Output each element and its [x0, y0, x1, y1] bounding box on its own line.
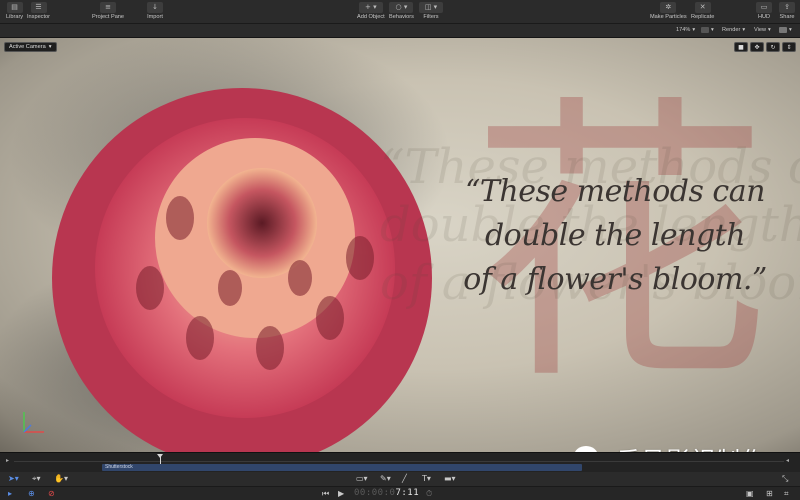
- add-object-icon: + ▾: [358, 2, 383, 13]
- share-label: Share: [779, 14, 795, 20]
- mask-tool-icon[interactable]: ▬▾: [444, 474, 456, 484]
- text-tool-icon[interactable]: T▾: [422, 474, 431, 484]
- render-menu[interactable]: Render ▾: [722, 27, 745, 33]
- camera-icon[interactable]: ■: [734, 42, 748, 52]
- share-button[interactable]: ⇪ Share: [779, 2, 795, 21]
- watermark-text: 乐呈影视制作: [616, 441, 766, 453]
- inspector-icon: ☰: [30, 2, 47, 13]
- chevron-down-icon: ▾: [742, 27, 746, 33]
- render-label: Render: [722, 27, 741, 33]
- quote-text[interactable]: “These methods can double the length of …: [450, 170, 780, 302]
- view-menu[interactable]: View ▾: [754, 27, 771, 33]
- replicate-icon: ✕: [694, 2, 711, 13]
- add-object-button[interactable]: + ▾ Add Object: [357, 2, 385, 21]
- play-range-end-icon[interactable]: ◂: [786, 457, 789, 464]
- view-label: View: [754, 27, 767, 33]
- pan-icon[interactable]: ✥: [750, 42, 764, 52]
- project-pane-icon: ≡: [100, 2, 117, 13]
- quote-line: double the length: [484, 218, 746, 253]
- replicate-label: Replicate: [691, 14, 715, 20]
- library-button[interactable]: ▤ Library: [6, 2, 23, 21]
- replicate-button[interactable]: ✕ Replicate: [691, 2, 714, 21]
- zoom-menu[interactable]: 174% ▾: [676, 27, 695, 33]
- play-icon[interactable]: ▶: [338, 489, 344, 499]
- behaviors-icon: ○ ▾: [389, 2, 414, 13]
- hand-tool-icon[interactable]: ✋▾: [54, 474, 68, 484]
- hud-icon: ▭: [756, 2, 772, 13]
- share-icon: ⇪: [779, 2, 795, 13]
- add-object-label: Add Object: [357, 14, 385, 20]
- timeline-ruler[interactable]: [14, 456, 784, 462]
- import-label: Import: [147, 14, 163, 20]
- bezier-tool-icon[interactable]: ✎▾: [380, 474, 391, 484]
- make-particles-icon: ✲: [660, 2, 677, 13]
- timeline-clip[interactable]: Shutterstock: [102, 464, 582, 471]
- chevron-down-icon: ▾: [692, 27, 696, 33]
- project-pane-label: Project Pane: [92, 14, 125, 20]
- layout-menu[interactable]: ▾: [779, 27, 792, 33]
- make-particles-label: Make Particles: [650, 14, 687, 20]
- canvas-viewer[interactable]: Active Camera ▾ ■ ✥ ↻ ⇕ 花 “These methods…: [0, 38, 800, 452]
- hud-label: HUD: [757, 14, 771, 20]
- channels-menu[interactable]: ▾: [701, 27, 714, 33]
- tool-bar: ➤▾ ⌖▾ ✋▾ ▭▾ ✎▾ ╱ T▾ ▬▾ ⤡: [0, 472, 800, 486]
- timecode-display[interactable]: 00:00:07:11: [354, 488, 419, 498]
- import-button[interactable]: ↓ Import: [147, 2, 163, 21]
- wechat-logo-icon: [572, 444, 608, 452]
- import-icon: ↓: [147, 2, 163, 13]
- timecode-mode-icon[interactable]: ⏱: [426, 489, 432, 499]
- layout-icon: [779, 27, 787, 33]
- main-toolbar: ▤ Library ☰ Inspector ≡ Project Pane ↓ I…: [0, 0, 800, 24]
- chevron-down-icon: ▾: [711, 27, 714, 33]
- transport-bar: ▸ ⊕ ⊘ ⏮ ▶ 00:00:07:11 ⏱ ▣ ⊞ ⌗: [0, 486, 800, 500]
- expand-icon[interactable]: ⤡: [782, 474, 788, 484]
- zoom-level: 174%: [676, 27, 691, 33]
- watermark: 乐呈影视制作: [572, 440, 766, 452]
- filters-label: Filters: [423, 14, 439, 20]
- chevron-down-icon: ▾: [789, 27, 792, 33]
- snapping-icon[interactable]: ⊕: [28, 489, 35, 499]
- timecode-dim: 00:00:0: [354, 488, 396, 498]
- keyframe-editor-icon[interactable]: ⊞: [766, 489, 773, 499]
- select-tool-icon[interactable]: ➤▾: [8, 474, 19, 484]
- color-channels-icon: [701, 27, 709, 33]
- shape-tool-icon[interactable]: ▭▾: [356, 474, 368, 484]
- record-mode-icon[interactable]: ▸: [8, 489, 12, 499]
- adjust-tool-icon[interactable]: ⌖▾: [32, 474, 41, 484]
- filters-icon: ◫ ▾: [419, 2, 443, 13]
- library-icon: ▤: [6, 2, 23, 13]
- orbit-icon[interactable]: ↻: [766, 42, 780, 52]
- quote-line: of a flower's bloom.”: [463, 262, 767, 297]
- viewer-header: 174% ▾ ▾ Render ▾ View ▾ ▾: [0, 24, 800, 38]
- timeline-toggle-icon[interactable]: ▣: [746, 489, 754, 499]
- behaviors-label: Behaviors: [389, 14, 414, 20]
- camera-select[interactable]: Active Camera ▾: [4, 42, 57, 52]
- inspector-button[interactable]: ☰ Inspector: [27, 2, 50, 21]
- canvas-tools: ■ ✥ ↻ ⇕: [734, 42, 796, 52]
- audio-editor-icon[interactable]: ⌗: [784, 489, 789, 499]
- timecode-value: 7:11: [395, 488, 420, 498]
- make-particles-button[interactable]: ✲ Make Particles: [650, 2, 687, 21]
- inspector-label: Inspector: [27, 14, 51, 20]
- hud-button[interactable]: ▭ HUD: [756, 2, 772, 21]
- record-icon[interactable]: ⊘: [48, 489, 55, 499]
- project-pane-button[interactable]: ≡ Project Pane: [92, 2, 124, 21]
- dolly-icon[interactable]: ⇕: [782, 42, 796, 52]
- go-to-start-icon[interactable]: ⏮: [322, 489, 329, 499]
- play-range-start-icon[interactable]: ▸: [6, 457, 9, 464]
- filters-button[interactable]: ◫ ▾ Filters: [419, 2, 443, 21]
- camera-label: Active Camera: [9, 44, 46, 50]
- mini-timeline[interactable]: ▸ Shutterstock ◂: [0, 452, 800, 472]
- quote-line: “These methods can: [465, 174, 765, 209]
- chevron-down-icon: ▾: [48, 44, 52, 50]
- chevron-down-icon: ▾: [768, 27, 771, 33]
- library-label: Library: [6, 14, 24, 20]
- behaviors-button[interactable]: ○ ▾ Behaviors: [389, 2, 414, 21]
- paint-stroke-tool-icon[interactable]: ╱: [402, 474, 407, 484]
- axis-gizmo-icon: [23, 412, 44, 433]
